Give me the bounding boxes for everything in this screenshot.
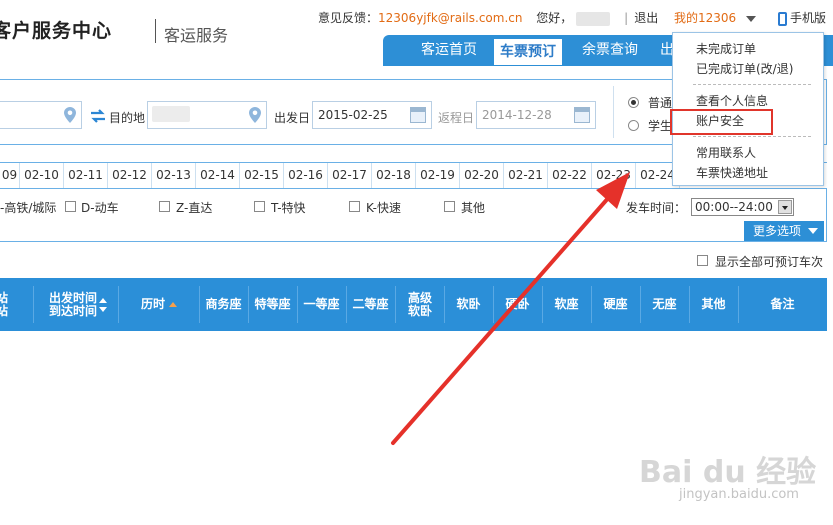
page: { "header": { "logo_text": "客户服务中心", "lo… (0, 0, 833, 525)
baidu-watermark: Bai du 经验 (639, 455, 817, 490)
baidu-watermark-url: jingyan.baidu.com (679, 487, 799, 502)
